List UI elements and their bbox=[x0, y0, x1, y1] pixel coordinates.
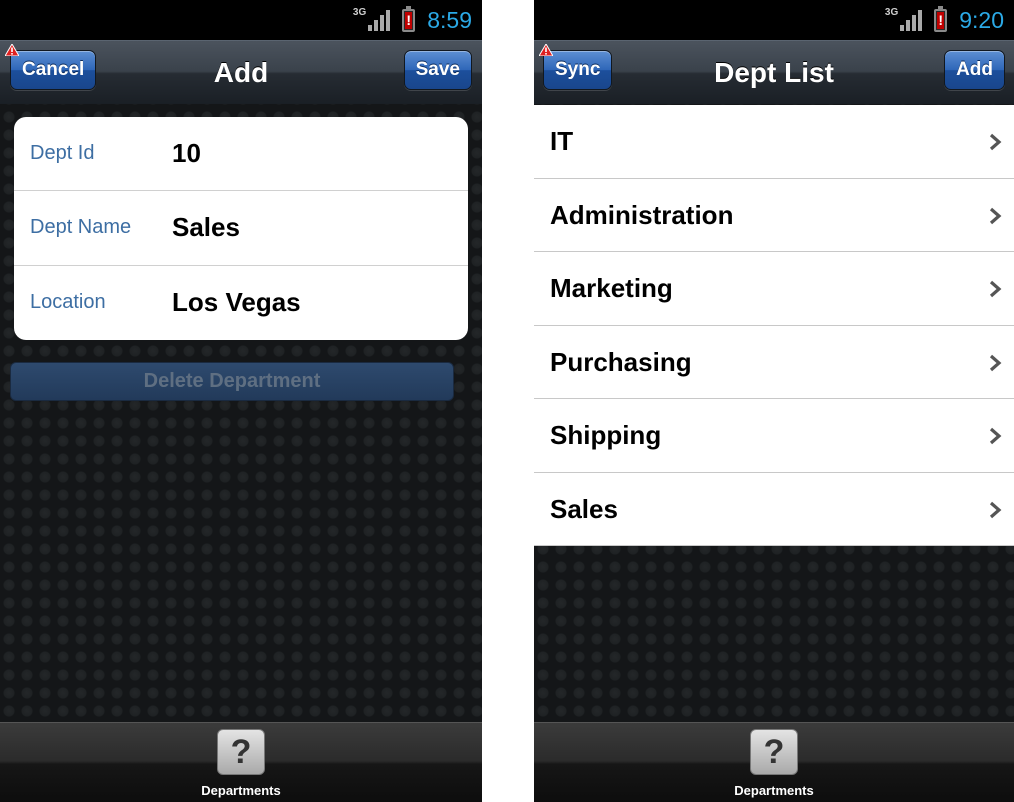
chevron-right-icon bbox=[989, 207, 1002, 224]
status-clock: 9:20 bbox=[959, 6, 1004, 33]
dept-name-row[interactable]: Dept Name Sales bbox=[14, 191, 468, 266]
tab-bar: ? Departments bbox=[534, 722, 1014, 802]
list-item-label: Purchasing bbox=[550, 346, 692, 377]
dept-list-screen: 3G ! 9:20 Dept List Sync Add IT Administ… bbox=[534, 0, 1014, 802]
chevron-right-icon bbox=[989, 133, 1002, 151]
list-item[interactable]: Shipping bbox=[534, 399, 1014, 473]
warning-icon bbox=[5, 44, 19, 56]
cancel-button[interactable]: Cancel bbox=[10, 50, 97, 90]
delete-department-button[interactable]: Delete Department bbox=[10, 362, 454, 401]
status-bar: 3G ! 9:20 bbox=[534, 0, 1014, 40]
status-indicators: 3G ! 8:59 bbox=[353, 5, 472, 35]
list-item[interactable]: Administration bbox=[534, 179, 1014, 252]
tab-departments[interactable]: ? Departments bbox=[714, 729, 834, 798]
chevron-right-icon bbox=[989, 280, 1002, 298]
list-item-label: Shipping bbox=[550, 420, 662, 450]
location-row[interactable]: Location Los Vegas bbox=[14, 266, 468, 340]
list-item[interactable]: Sales bbox=[534, 473, 1014, 546]
dept-name-label: Dept Name bbox=[30, 216, 132, 238]
tab-bar: ? Departments bbox=[0, 722, 482, 802]
tab-label: Departments bbox=[201, 783, 281, 798]
chevron-right-icon bbox=[989, 501, 1002, 518]
chevron-right-icon bbox=[989, 354, 1002, 371]
help-icon: ? bbox=[750, 729, 798, 775]
dept-name-field[interactable]: Sales bbox=[172, 191, 240, 263]
list-item-label: Sales bbox=[550, 493, 618, 524]
list-item[interactable]: Marketing bbox=[534, 252, 1014, 326]
location-field[interactable]: Los Vegas bbox=[172, 266, 301, 338]
chevron-right-icon bbox=[989, 427, 1002, 445]
signal-icon bbox=[900, 9, 923, 31]
save-button[interactable]: Save bbox=[403, 50, 472, 90]
warning-icon bbox=[539, 44, 553, 56]
network-type: 3G bbox=[884, 7, 899, 18]
dept-id-field[interactable]: 10 bbox=[172, 117, 201, 189]
nav-bar: Add Cancel Save bbox=[0, 40, 482, 104]
list-item-label: Administration bbox=[550, 199, 734, 230]
status-clock: 8:59 bbox=[427, 6, 472, 33]
list-item-label: IT bbox=[550, 126, 574, 156]
department-list: IT Administration Marketing Purchasing S… bbox=[534, 105, 1014, 546]
list-item-label: Marketing bbox=[550, 273, 673, 303]
status-bar: 3G ! 8:59 bbox=[0, 0, 482, 40]
nav-bar: Dept List Sync Add bbox=[534, 40, 1014, 104]
signal-icon bbox=[368, 9, 391, 31]
battery-icon: ! bbox=[934, 5, 948, 32]
department-form: Dept Id 10 Dept Name Sales Location Los … bbox=[14, 117, 468, 340]
tab-departments[interactable]: ? Departments bbox=[181, 729, 301, 798]
tab-label: Departments bbox=[734, 783, 814, 798]
list-item[interactable]: Purchasing bbox=[534, 326, 1014, 399]
add-button[interactable]: Add bbox=[944, 50, 1005, 90]
dept-id-label: Dept Id bbox=[30, 142, 95, 164]
network-type: 3G bbox=[352, 7, 367, 18]
status-indicators: 3G ! 9:20 bbox=[885, 5, 1004, 35]
sync-button[interactable]: Sync bbox=[543, 50, 613, 90]
add-department-screen: 3G ! 8:59 Add Cancel Save Dept Id 10 Dep… bbox=[0, 0, 482, 802]
help-icon: ? bbox=[217, 729, 265, 775]
location-label: Location bbox=[30, 291, 106, 313]
battery-alert: ! bbox=[937, 11, 945, 29]
list-item[interactable]: IT bbox=[534, 105, 1014, 179]
dept-id-row[interactable]: Dept Id 10 bbox=[14, 117, 468, 191]
battery-alert: ! bbox=[405, 11, 413, 29]
battery-icon: ! bbox=[402, 5, 416, 32]
